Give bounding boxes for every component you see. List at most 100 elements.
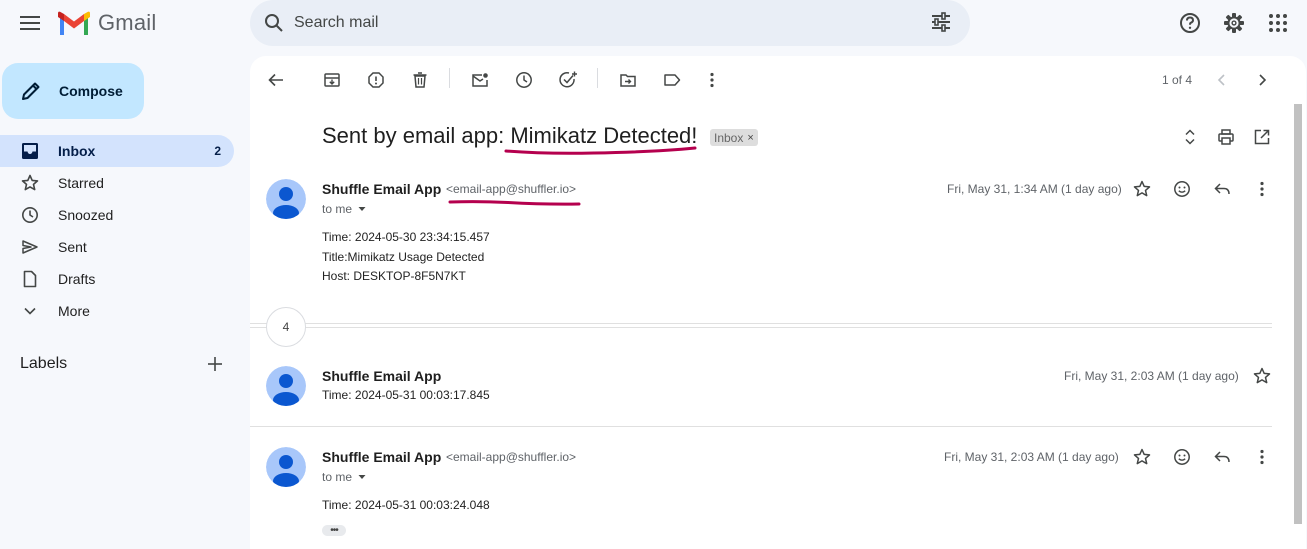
recipient-label: to me [322,470,353,484]
send-icon [22,240,38,254]
sender-avatar[interactable] [266,179,306,219]
add-to-tasks-button[interactable] [558,70,578,90]
sidebar-item-starred[interactable]: Starred [0,167,234,199]
person-avatar-icon [266,179,306,219]
sidebar-item-label: More [58,303,90,319]
subject-prefix: Sent by email app: [322,123,511,148]
reply-button[interactable] [1212,447,1232,467]
message-snippet[interactable]: Time: 2024-05-31 00:03:17.845 [322,388,490,402]
annotation-underline [448,200,581,206]
sidebar-item-inbox[interactable]: Inbox 2 [0,135,234,167]
star-button[interactable] [1132,179,1152,199]
recipient-label: to me [322,202,353,216]
unread-count: 2 [214,144,221,158]
older-button[interactable] [1252,70,1272,90]
more-vert-icon [710,72,714,88]
caret-down-icon [358,475,366,479]
apps-button[interactable] [1265,10,1291,36]
report-spam-button[interactable] [366,70,386,90]
sidebar-item-label: Drafts [58,271,96,287]
sidebar-item-snoozed[interactable]: Snoozed [0,199,234,231]
message-more-button[interactable] [1252,447,1272,467]
search-input[interactable] [294,14,894,32]
recipient-details-toggle[interactable]: to me [322,470,369,484]
filter-options-icon[interactable] [930,11,952,33]
settings-button[interactable] [1221,10,1247,36]
search-bar[interactable] [250,0,970,46]
draft-icon [23,270,37,288]
apps-grid-icon [1269,14,1287,32]
sidebar-item-label: Starred [58,175,104,191]
pagination-count: 1 of 4 [1162,73,1193,87]
print-icon [1218,129,1234,145]
add-reaction-button[interactable] [1172,179,1192,199]
clock-icon [516,72,532,88]
caret-down-icon [358,207,366,211]
message-body-line: Host: DESKTOP-8F5N7KT [322,269,466,283]
mark-unread-button[interactable] [470,70,490,90]
sender-avatar[interactable] [266,366,306,406]
unfold-icon [1185,129,1195,145]
sender-name[interactable]: Shuffle Email App [322,449,441,465]
newer-button[interactable] [1212,70,1232,90]
more-vert-icon [1260,449,1264,465]
gmail-logo[interactable]: Gmail [58,10,156,36]
star-button[interactable] [1252,366,1272,386]
subject-suffix: ! [691,123,698,148]
show-trimmed-content-button[interactable]: ••• [322,525,346,536]
toolbar-divider [449,68,450,88]
snooze-button[interactable] [514,70,534,90]
message-body-line: Title:Mimikatz Usage Detected [322,250,485,264]
reply-button[interactable] [1212,179,1232,199]
message-view: 1 of 4 Sent by email app: Mimikatz Detec… [250,56,1306,549]
collapsed-messages-button[interactable]: 4 [266,307,306,347]
print-button[interactable] [1216,127,1236,147]
recipient-details-toggle[interactable]: to me [322,202,369,216]
chevron-right-icon [1259,74,1267,86]
add-reaction-button[interactable] [1172,447,1192,467]
sidebar-item-sent[interactable]: Sent [0,231,234,263]
search-icon[interactable] [262,11,286,35]
message-date: Fri, May 31, 2:03 AM (1 day ago) [944,450,1119,464]
inbox-icon [22,143,38,159]
person-avatar-icon [266,366,306,406]
help-icon [1180,13,1200,33]
person-avatar-icon [266,447,306,487]
remove-label-icon[interactable]: × [747,132,753,144]
archive-button[interactable] [322,70,342,90]
add-label-icon[interactable] [205,354,225,374]
thread-divider [250,327,1272,328]
scrollbar-thumb[interactable] [1294,104,1302,524]
thread-divider [250,323,1272,324]
message-more-button[interactable] [1252,179,1272,199]
move-to-button[interactable] [618,70,638,90]
expand-all-button[interactable] [1180,127,1200,147]
message-body-line: Time: 2024-05-30 23:34:15.457 [322,230,490,244]
delete-button[interactable] [410,70,430,90]
move-to-folder-icon [620,74,636,87]
reply-icon [1214,183,1230,195]
labels-button[interactable] [662,70,682,90]
emoji-icon [1174,181,1190,197]
support-button[interactable] [1177,10,1203,36]
toolbar-divider [597,68,598,88]
star-button[interactable] [1132,447,1152,467]
sidebar-item-label: Sent [58,239,87,255]
chevron-left-icon [1217,74,1225,86]
open-new-window-button[interactable] [1252,127,1272,147]
star-icon [1133,448,1151,465]
back-button[interactable] [266,70,286,90]
message-body-line: Time: 2024-05-31 00:03:24.048 [322,498,490,512]
label-icon [664,74,681,86]
report-spam-icon [368,72,384,88]
compose-button[interactable]: Compose [2,63,144,119]
sidebar-item-more[interactable]: More [0,295,234,327]
arrow-back-icon [268,73,283,87]
sender-avatar[interactable] [266,447,306,487]
sender-name[interactable]: Shuffle Email App [322,181,441,197]
star-icon [1133,180,1151,197]
sender-name[interactable]: Shuffle Email App [322,368,441,384]
sidebar-item-drafts[interactable]: Drafts [0,263,234,295]
main-menu-button[interactable] [16,11,44,35]
more-options-button[interactable] [702,70,722,90]
